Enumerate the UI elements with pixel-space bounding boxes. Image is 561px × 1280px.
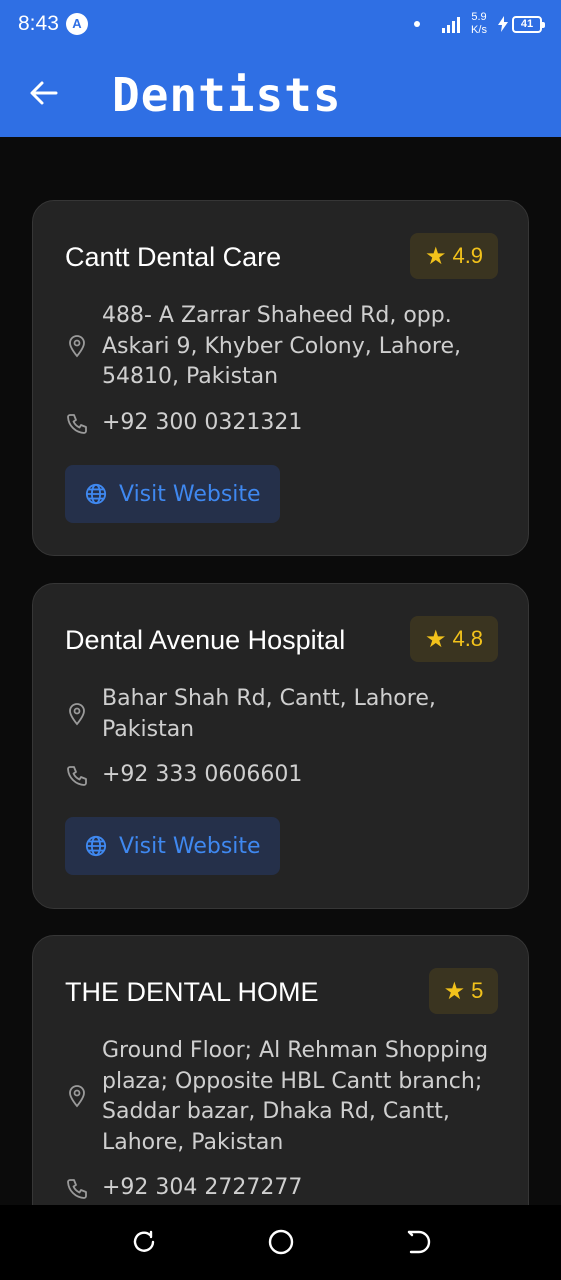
signal-icon [442,17,460,33]
clinic-list[interactable]: Cantt Dental Care ★ 4.9 488- A Zarrar Sh… [0,137,561,1205]
clinic-phone[interactable]: +92 300 0321321 [102,408,502,439]
clinic-name: THE DENTAL HOME [65,977,319,1007]
clinic-address: 488- A Zarrar Shaheed Rd, opp. Askari 9,… [102,303,461,389]
battery-icon: 41 [512,16,545,33]
star-icon: ★ [424,625,447,653]
star-icon: ★ [424,242,447,270]
visit-website-label: Visit Website [119,481,261,507]
home-icon[interactable] [267,1228,295,1256]
phone-icon [67,766,87,786]
visit-website-button[interactable]: Visit Website [65,465,280,523]
clinic-card: Dental Avenue Hospital ★ 4.8 Bahar Shah … [32,583,529,909]
map-pin-icon [69,1085,85,1108]
globe-icon [85,483,107,505]
rating-badge: ★ 4.8 [410,616,498,662]
app-bar: 8:43 A 5.9 K/s 41 Dentists [0,0,561,137]
clinic-phone[interactable]: +92 333 0606601 [102,760,502,791]
status-bar: 8:43 A 5.9 K/s 41 [0,0,561,50]
visit-website-label: Visit Website [119,833,261,859]
clinic-address: Bahar Shah Rd, Cantt, Lahore, Pakistan [102,686,436,742]
map-pin-icon [69,335,85,358]
clinic-name: Cantt Dental Care [65,242,282,272]
globe-icon [85,835,107,857]
rating-value: 5 [471,978,484,1003]
charging-icon [498,16,508,32]
phone-icon [67,414,87,434]
recents-icon[interactable] [130,1228,158,1256]
clinic-phone[interactable]: +92 304 2727277 [102,1173,502,1204]
rating-badge: ★ 4.9 [410,233,498,279]
clinic-name: Dental Avenue Hospital [65,625,346,655]
status-time: 8:43 [18,12,59,35]
clinic-card: Cantt Dental Care ★ 4.9 488- A Zarrar Sh… [32,200,529,556]
map-pin-icon [69,703,85,726]
network-speed: 5.9 K/s [466,11,492,37]
clinic-card: THE DENTAL HOME ★ 5 Ground Floor; Al Reh… [32,935,529,1205]
clinic-address: Ground Floor; Al Rehman Shopping plaza; … [102,1038,489,1155]
system-nav-bar [0,1205,561,1280]
network-speed-value: 5.9 [471,11,487,23]
phone-icon [67,1179,87,1199]
rating-badge: ★ 5 [429,968,498,1014]
arrow-left-icon[interactable] [26,75,62,111]
rating-value: 4.8 [452,626,484,651]
page-title: Dentists [112,68,342,122]
app-notification-icon: A [66,13,88,35]
star-icon: ★ [443,977,466,1005]
network-speed-unit: K/s [471,24,487,36]
notification-dot-icon [414,21,420,27]
visit-website-button[interactable]: Visit Website [65,817,280,875]
back-icon[interactable] [404,1228,432,1256]
rating-value: 4.9 [452,243,484,268]
